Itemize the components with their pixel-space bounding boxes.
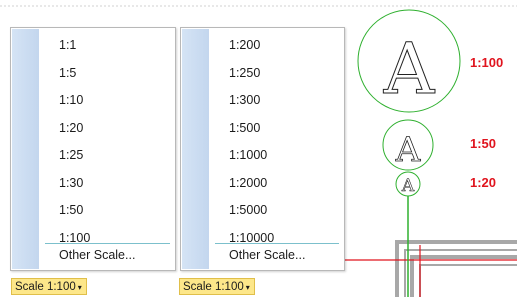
scale-menu-left: 1:1 1:5 1:10 1:20 1:25 1:30 1:50 1:100 O… — [10, 27, 176, 271]
menu-item-1-300[interactable]: 1:300 — [209, 87, 344, 115]
menu-item-other-scale[interactable]: Other Scale... — [229, 248, 305, 262]
scale-label-large: 1:100 — [470, 55, 504, 70]
crosshair-red — [345, 245, 517, 297]
scale-label-medium: 1:50 — [470, 136, 497, 151]
chevron-down-icon: ▾ — [245, 283, 250, 292]
scale-label-small: 1:20 — [470, 175, 497, 190]
menu-item-1-500[interactable]: 1:500 — [209, 115, 344, 143]
menu-item-1-50[interactable]: 1:50 — [39, 197, 175, 225]
wall-lines — [395, 240, 517, 297]
menu-item-1-5[interactable]: 1:5 — [39, 60, 175, 88]
chevron-down-icon: ▾ — [77, 283, 82, 292]
scale-button-left[interactable]: Scale 1:100 ▾ — [11, 278, 87, 295]
menu-item-1-250[interactable]: 1:250 — [209, 60, 344, 88]
scale-button-label: Scale 1:100 — [15, 281, 76, 293]
scale-menu-right: 1:200 1:250 1:300 1:500 1:1000 1:2000 1:… — [180, 27, 345, 271]
menu-item-1-10[interactable]: 1:10 — [39, 87, 175, 115]
menu-separator — [215, 243, 339, 244]
menu-item-1-30[interactable]: 1:30 — [39, 170, 175, 198]
letter-a-small: A — [401, 176, 415, 196]
menu-item-1-5000[interactable]: 1:5000 — [209, 197, 344, 225]
menu-icon-gutter — [12, 29, 39, 269]
letter-a-large: A — [383, 28, 436, 110]
menu-separator — [45, 243, 170, 244]
menu-icon-gutter — [182, 29, 209, 269]
menu-item-1-25[interactable]: 1:25 — [39, 142, 175, 170]
letter-a-medium: A — [395, 130, 421, 170]
menu-item-other-scale[interactable]: Other Scale... — [59, 248, 135, 262]
scale-button-label: Scale 1:100 — [183, 281, 244, 293]
menu-item-1-1[interactable]: 1:1 — [39, 32, 175, 60]
menu-item-1-20[interactable]: 1:20 — [39, 115, 175, 143]
scale-button-right[interactable]: Scale 1:100 ▾ — [179, 278, 255, 295]
menu-item-1-200[interactable]: 1:200 — [209, 32, 344, 60]
menu-item-1-2000[interactable]: 1:2000 — [209, 170, 344, 198]
menu-item-1-1000[interactable]: 1:1000 — [209, 142, 344, 170]
